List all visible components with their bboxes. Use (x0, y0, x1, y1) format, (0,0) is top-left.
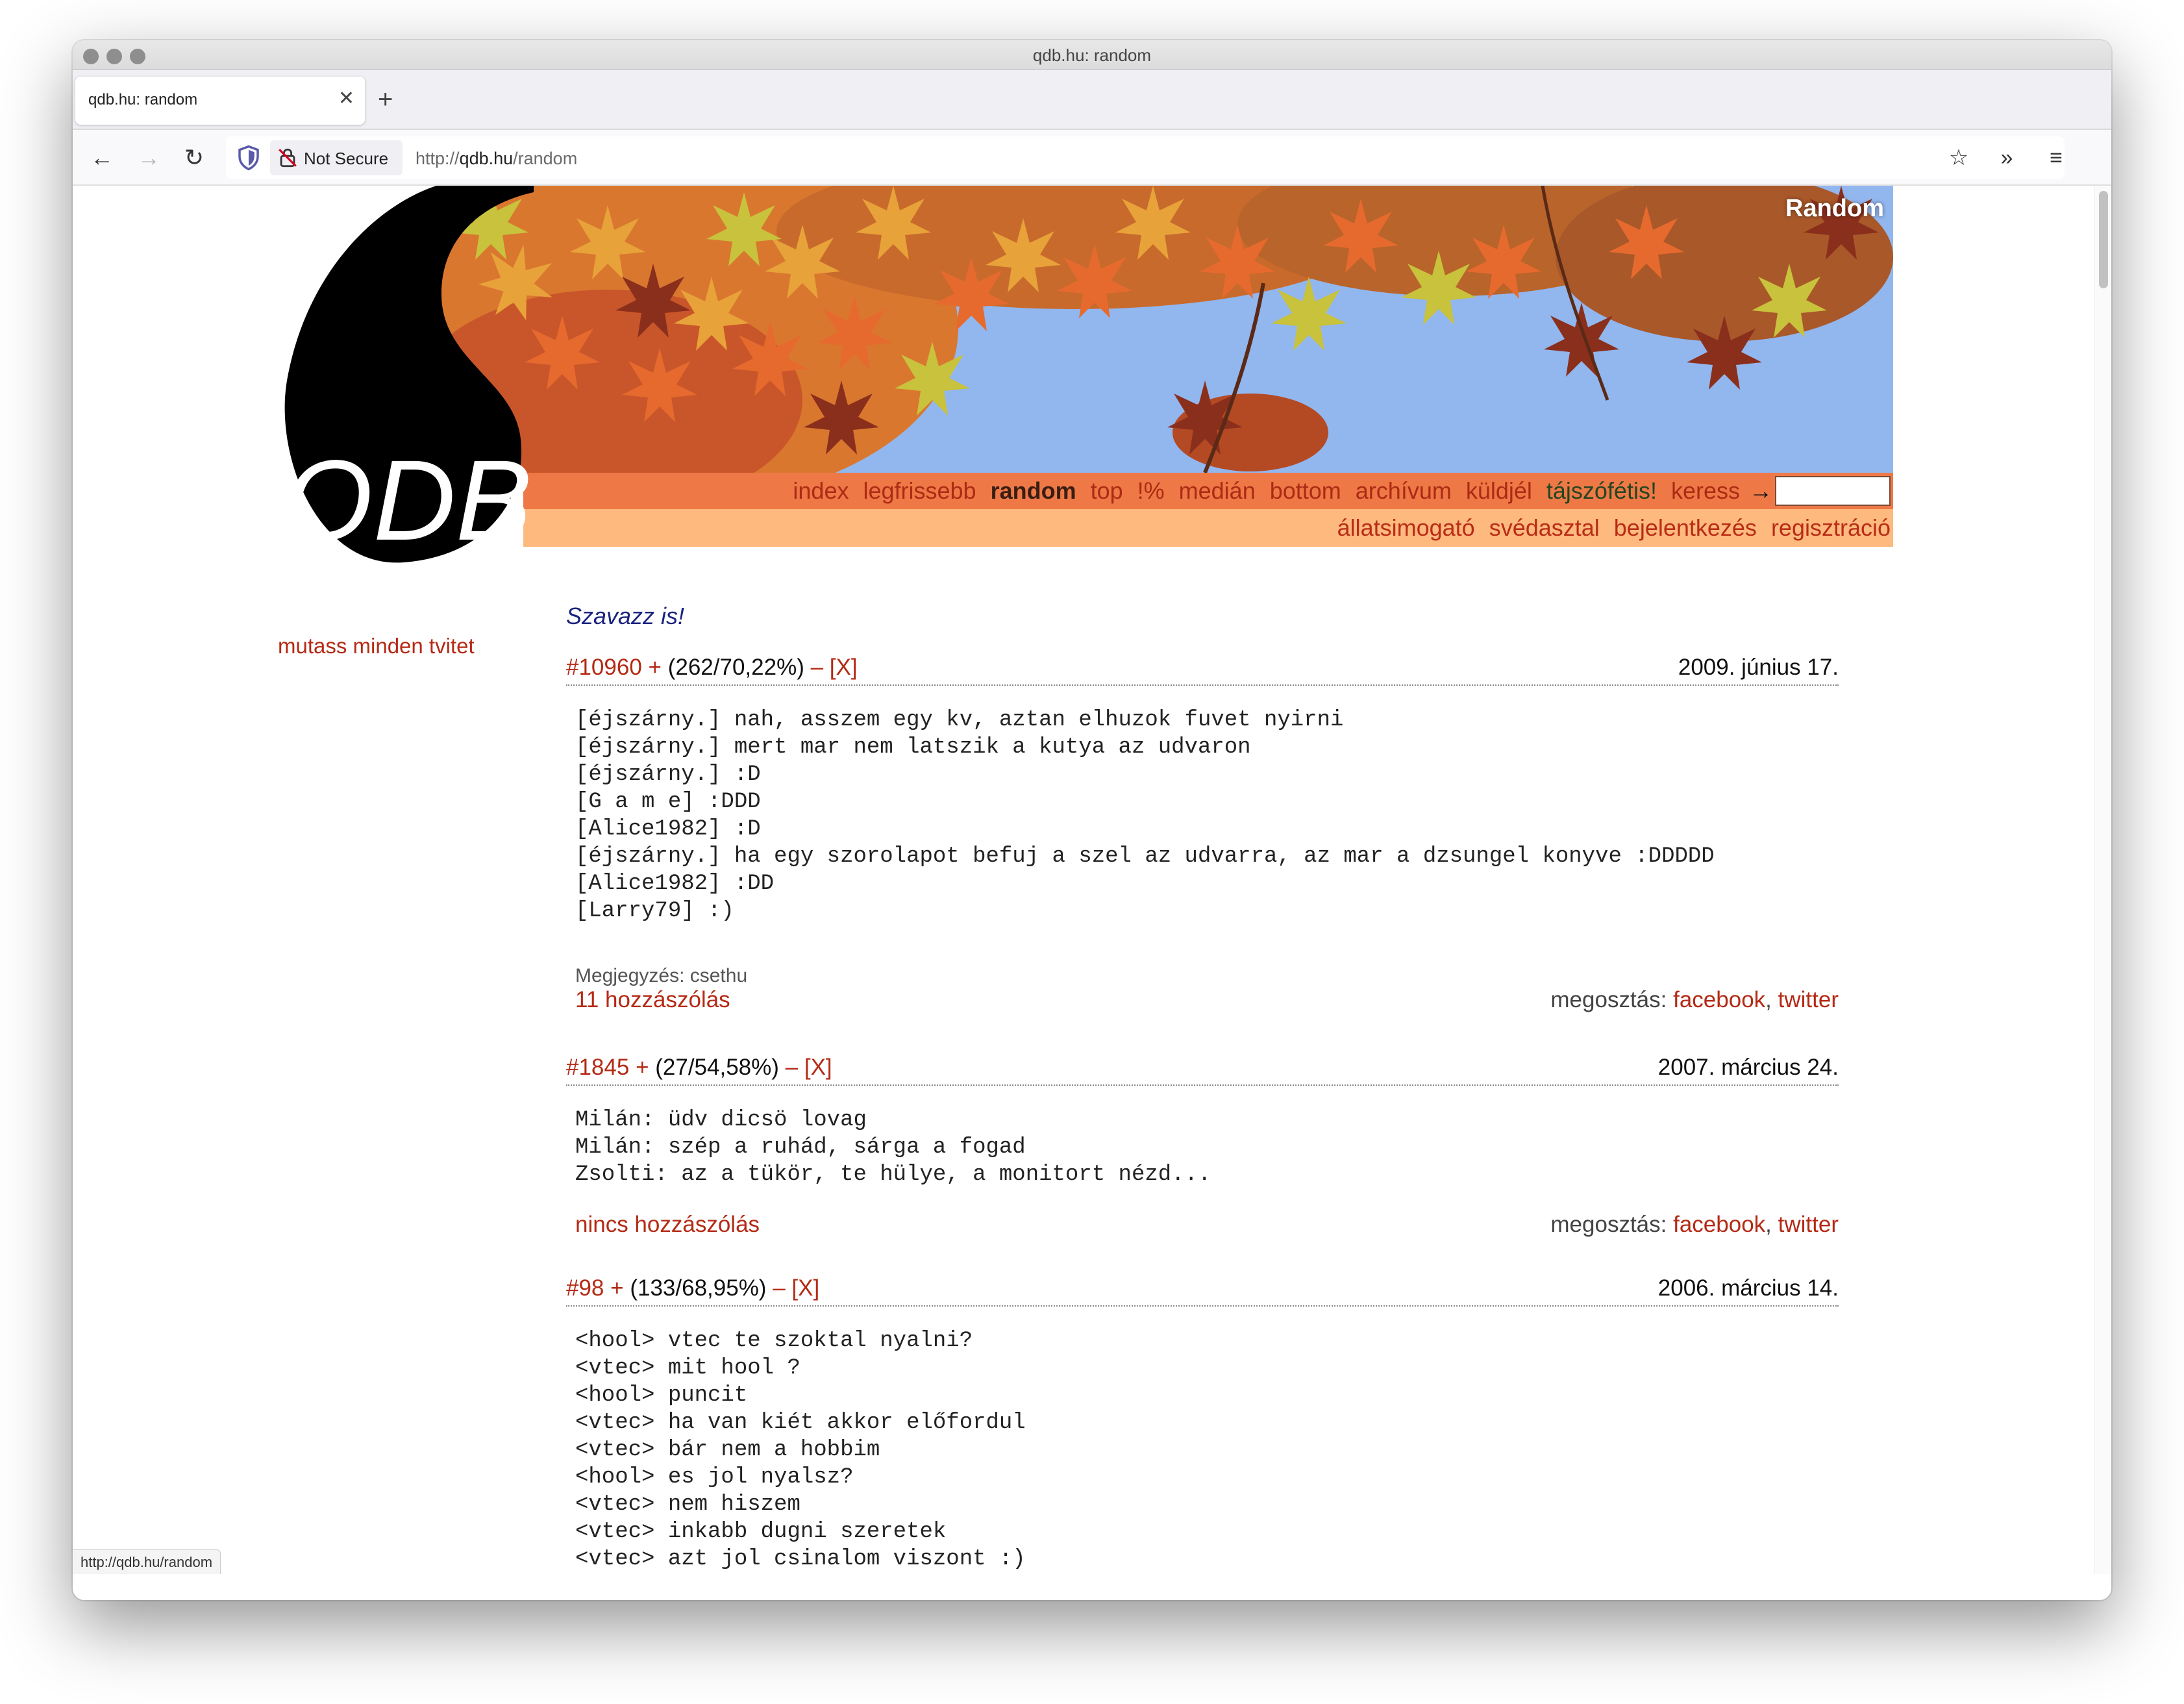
upvote-button[interactable]: + (636, 1055, 649, 1080)
share-twitter-link[interactable]: twitter (1778, 1212, 1839, 1237)
menu-icon[interactable]: ≡ (2040, 142, 2072, 174)
upvote-button[interactable]: + (649, 655, 662, 680)
nav-percent[interactable]: !% (1137, 477, 1165, 505)
share-label: megosztás: (1550, 987, 1667, 1012)
report-button[interactable]: [X] (791, 1275, 819, 1301)
nav-tajszofetis[interactable]: tájszófétis! (1546, 477, 1657, 505)
window-title: qdb.hu: random (1032, 45, 1152, 65)
share-facebook-link[interactable]: facebook (1673, 987, 1765, 1012)
vote-prompt: Szavazz is! (566, 603, 685, 629)
upvote-button[interactable]: + (610, 1275, 623, 1301)
share-separator: , (1765, 987, 1772, 1012)
url-text[interactable]: http://qdb.hu/random (416, 149, 577, 169)
primary-nav: index legfrissebb random top !% medián b… (778, 473, 1893, 509)
maple-leaves-image (439, 186, 1893, 473)
quote-text: Milán: üdv dicsö lovag Milán: szép a ruh… (575, 1108, 1211, 1187)
share-label: megosztás: (1550, 1212, 1667, 1237)
share-links: megosztás: facebook, twitter (1550, 987, 1839, 1013)
vertical-scrollbar[interactable] (2094, 186, 2111, 1574)
qdb-logo[interactable]: QDB (280, 186, 534, 588)
quote-score: (27/54,58%) (655, 1055, 779, 1080)
quote-date: 2006. március 14. (1657, 1275, 1839, 1301)
quote-footer: nincs hozzászólás megosztás: facebook, t… (575, 1212, 1839, 1242)
quote-item: #1845 + (27/54,58%) – [X] 2007. március … (566, 1053, 1839, 1242)
insecure-lock-icon (279, 148, 297, 168)
search-input[interactable] (1775, 476, 1891, 506)
nav-allatsimogato[interactable]: állatsimogató (1337, 514, 1475, 542)
browser-window: qdb.hu: random qdb.hu: random ✕ + ← → ↻ (73, 40, 2111, 1600)
quote-footer: 11 hozzászólás megosztás: facebook, twit… (575, 987, 1839, 1017)
navigation-bar: ← → ↻ Not Secure http://qdb.hu/random ☆ … (73, 130, 2111, 186)
quote-text: [éjszárny.] nah, asszem egy kv, aztan el… (575, 708, 1715, 923)
quote-text: <hool> vtec te szoktal nyalni? <vtec> mi… (575, 1329, 1026, 1572)
nav-bejelentkezes[interactable]: bejelentkezés (1614, 514, 1757, 542)
quote-item: #10960 + (262/70,22%) – [X] 2009. június… (566, 653, 1839, 1017)
search-arrow-icon: → (1749, 477, 1772, 504)
share-separator: , (1765, 1212, 1772, 1237)
tracking-shield-icon[interactable] (235, 144, 262, 171)
comments-link[interactable]: 11 hozzászólás (575, 987, 730, 1013)
report-button[interactable]: [X] (830, 655, 858, 680)
quote-item: #98 + (133/68,95%) – [X] 2006. március 1… (566, 1274, 1839, 1574)
status-bar-url: http://qdb.hu/random (73, 1549, 221, 1574)
reload-icon[interactable]: ↻ (178, 142, 210, 174)
show-all-tweets-link[interactable]: mutass minden tvitet (278, 634, 475, 658)
quote-date: 2007. március 24. (1657, 1055, 1839, 1080)
quote-header: #1845 + (27/54,58%) – [X] 2007. március … (566, 1053, 1839, 1086)
security-label: Not Secure (304, 149, 389, 168)
banner-photo: Random (439, 186, 1893, 473)
share-twitter-link[interactable]: twitter (1778, 987, 1839, 1012)
back-icon[interactable]: ← (86, 142, 118, 174)
downvote-button[interactable]: – (811, 655, 823, 680)
nav-median[interactable]: medián (1179, 477, 1256, 505)
quote-id-link[interactable]: #10960 (566, 655, 642, 680)
site-header: Random QDB index legfrissebb random top … (280, 186, 1893, 564)
downvote-button[interactable]: – (786, 1055, 798, 1080)
title-bar: qdb.hu: random (73, 40, 2111, 70)
nav-kuldjel[interactable]: küldjél (1466, 477, 1532, 505)
share-facebook-link[interactable]: facebook (1673, 1212, 1765, 1237)
quote-header: #98 + (133/68,95%) – [X] 2006. március 1… (566, 1274, 1839, 1307)
page-viewport: Random QDB index legfrissebb random top … (73, 186, 2111, 1574)
nav-random[interactable]: random (991, 477, 1076, 505)
report-button[interactable]: [X] (804, 1055, 832, 1080)
banner-page-label: Random (1785, 195, 1884, 222)
nav-legfrissebb[interactable]: legfrissebb (863, 477, 976, 505)
close-tab-icon[interactable]: ✕ (338, 87, 354, 110)
security-indicator[interactable]: Not Secure (270, 140, 403, 175)
bookmark-star-icon[interactable]: ☆ (1942, 142, 1975, 174)
downvote-button[interactable]: – (773, 1275, 785, 1301)
comments-link[interactable]: nincs hozzászólás (575, 1212, 760, 1238)
scrollbar-thumb[interactable] (2099, 191, 2108, 288)
nav-index[interactable]: index (793, 477, 849, 505)
tab-bar: qdb.hu: random ✕ + (73, 70, 2111, 130)
quote-score: (133/68,95%) (630, 1275, 767, 1301)
logo-text: QDB (284, 437, 532, 564)
nav-bottom[interactable]: bottom (1270, 477, 1341, 505)
quote-score: (262/70,22%) (667, 655, 804, 680)
nav-top[interactable]: top (1091, 477, 1123, 505)
tab-active[interactable]: qdb.hu: random ✕ (75, 77, 365, 125)
address-bar[interactable]: Not Secure http://qdb.hu/random (226, 136, 2065, 179)
more-tools-icon[interactable]: » (1991, 142, 2023, 174)
share-links: megosztás: facebook, twitter (1550, 1212, 1839, 1238)
nav-regisztracio[interactable]: regisztráció (1771, 514, 1891, 542)
new-tab-icon[interactable]: + (378, 83, 393, 116)
nav-archivum[interactable]: archívum (1356, 477, 1452, 505)
quote-date: 2009. június 17. (1678, 655, 1839, 680)
quote-id-link[interactable]: #1845 (566, 1055, 629, 1080)
quote-header: #10960 + (262/70,22%) – [X] 2009. június… (566, 653, 1839, 686)
nav-svedasztal[interactable]: svédasztal (1489, 514, 1600, 542)
quote-note: Megjegyzés: csethu (575, 965, 748, 986)
forward-icon[interactable]: → (132, 142, 165, 174)
tab-title: qdb.hu: random (88, 91, 198, 108)
secondary-nav: állatsimogató svédasztal bejelentkezés r… (1323, 509, 1891, 547)
nav-keress[interactable]: keress (1671, 477, 1740, 505)
quote-id-link[interactable]: #98 (566, 1275, 604, 1301)
